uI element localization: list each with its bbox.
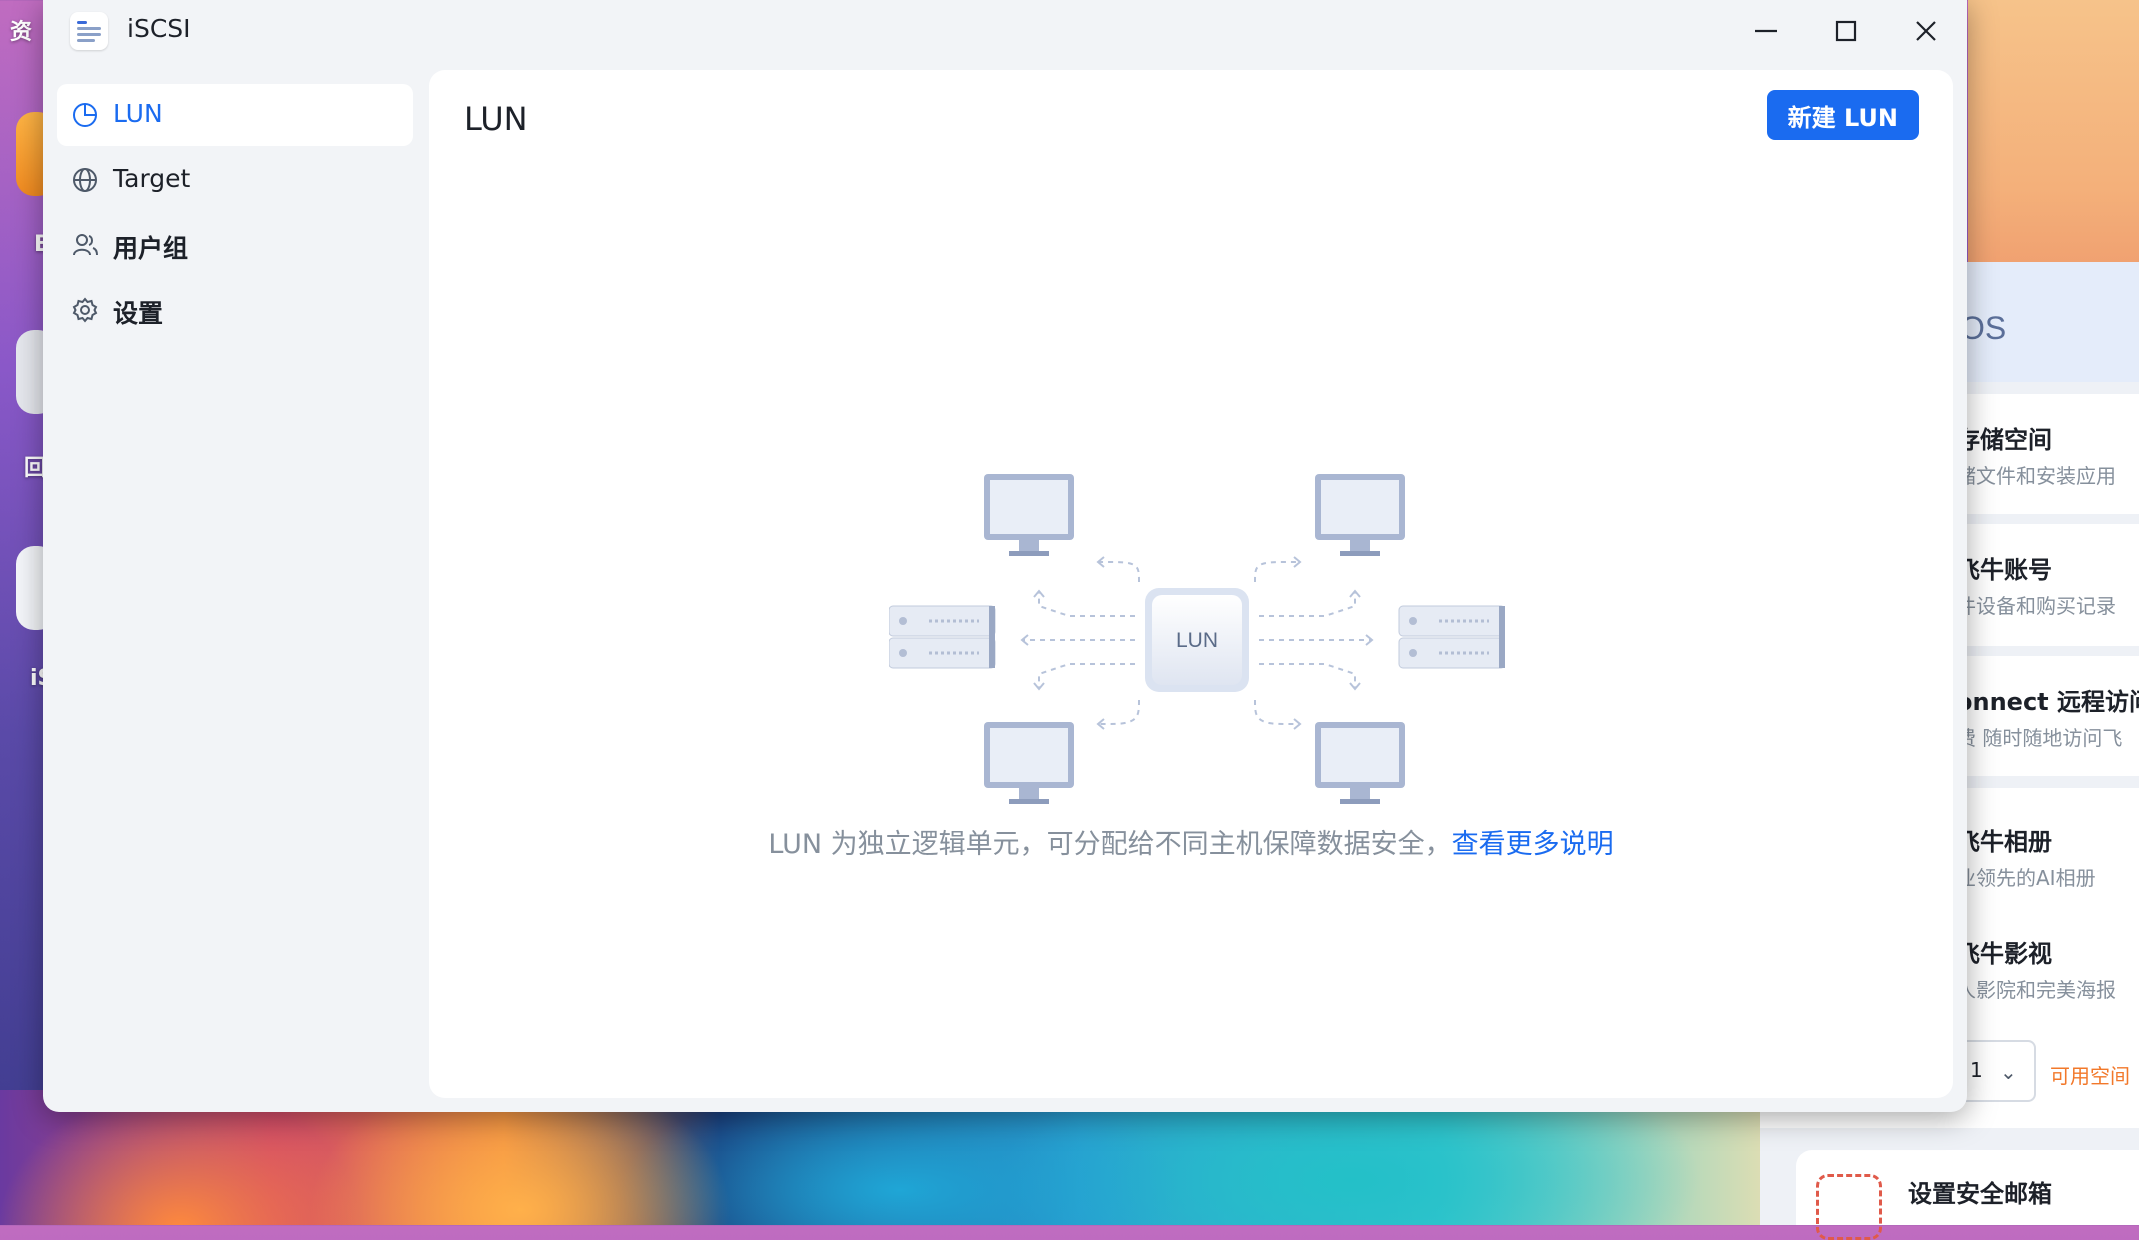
page-title: LUN — [464, 100, 528, 138]
security-email-title: 设置安全邮箱 — [1908, 1180, 2052, 1208]
desktop-label: 资 — [10, 20, 33, 45]
card-title: 飞牛账号 — [1956, 556, 2052, 584]
sidebar-item-label: 设置 — [113, 299, 164, 328]
sidebar-item-label: 用户组 — [113, 234, 189, 263]
storage-select-value: 1 — [1970, 1058, 1983, 1082]
new-lun-button[interactable]: 新建 LUN — [1766, 90, 1919, 140]
lun-box-label: LUN — [1176, 629, 1218, 652]
maximize-button[interactable] — [1823, 8, 1869, 54]
learn-more-link[interactable]: 查看更多说明 — [1452, 829, 1614, 860]
globe-icon — [71, 166, 99, 194]
pie-chart-icon — [71, 101, 99, 129]
monitor-icon — [984, 722, 1074, 804]
sidebar-item-target[interactable]: Target — [57, 149, 413, 211]
chevron-down-icon: ⌄ — [2000, 1060, 2017, 1084]
sidebar: LUN Target 用户组 设置 — [57, 84, 413, 344]
card-title: 飞牛相册 — [1956, 828, 2052, 856]
sidebar-item-settings[interactable]: 设置 — [57, 279, 413, 341]
close-icon — [1916, 21, 1936, 41]
window-title: iSCSI — [127, 14, 191, 43]
lun-box: LUN — [1145, 588, 1249, 692]
card-subtitle: 件设备和购买记录 — [1956, 594, 2116, 618]
card-title: 飞牛影视 — [1956, 940, 2052, 968]
card-subtitle: 人影院和完美海报 — [1956, 978, 2116, 1002]
security-email-card[interactable]: 设置安全邮箱 — [1796, 1150, 2139, 1240]
monitor-icon — [1315, 722, 1405, 804]
card-subtitle: 费 随时随地访问飞 — [1956, 726, 2123, 750]
title-bar[interactable]: iSCSI — [43, 0, 1967, 62]
main-content: LUN 新建 LUN LUN LUN 为独立逻辑单元，可分配给不同主机保障数据安… — [429, 70, 1953, 1098]
lun-illustration: LUN — [889, 474, 1505, 804]
lun-description: LUN 为独立逻辑单元，可分配给不同主机保障数据安全，查看更多说明 — [429, 822, 1953, 861]
card-subtitle: 业领先的AI相册 — [1956, 866, 2096, 890]
desktop-wallpaper-right — [1968, 0, 2139, 270]
sidebar-item-lun[interactable]: LUN — [57, 84, 413, 146]
server-icon — [889, 605, 996, 669]
iscsi-window: iSCSI LUN Target 用户组 设置 LUN 新建 LUN LUN L… — [43, 0, 1967, 1112]
sidebar-item-label: Target — [113, 164, 191, 193]
available-space-text: 可用空间 — [2050, 1064, 2130, 1088]
server-icon — [1398, 605, 1505, 669]
mail-icon — [1816, 1174, 1882, 1240]
card-title: 存储空间 — [1956, 426, 2052, 454]
card-title: onnect 远程访问 — [1956, 688, 2139, 716]
maximize-icon — [1835, 20, 1857, 42]
user-group-icon — [71, 231, 99, 259]
monitor-icon — [1315, 474, 1405, 556]
sidebar-item-label: LUN — [113, 99, 163, 128]
close-button[interactable] — [1903, 8, 1949, 54]
sidebar-item-user-groups[interactable]: 用户组 — [57, 214, 413, 276]
gear-icon — [71, 296, 99, 324]
iscsi-app-icon — [70, 12, 108, 50]
lun-description-text: LUN 为独立逻辑单元，可分配给不同主机保障数据安全， — [768, 829, 1452, 860]
monitor-icon — [984, 474, 1074, 556]
minimize-icon — [1755, 29, 1777, 33]
card-subtitle: 储文件和安装应用 — [1956, 464, 2116, 488]
minimize-button[interactable] — [1743, 8, 1789, 54]
